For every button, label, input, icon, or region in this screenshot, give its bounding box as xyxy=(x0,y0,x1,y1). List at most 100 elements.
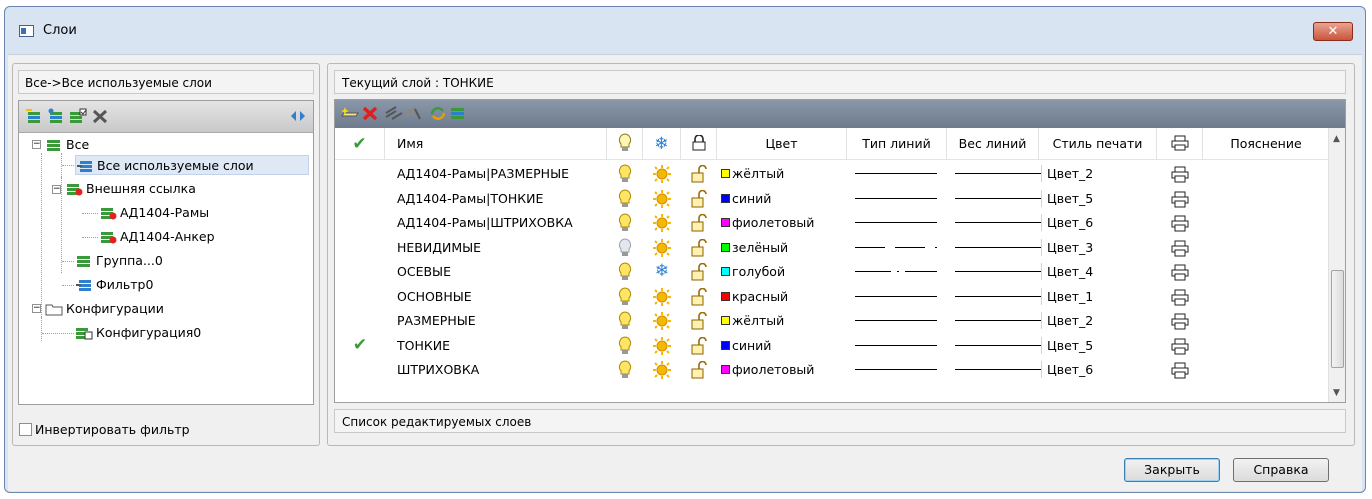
layer-lineweight[interactable] xyxy=(947,357,1042,382)
plot-printer-icon[interactable] xyxy=(1157,284,1203,309)
layer-lineweight[interactable] xyxy=(947,284,1042,309)
collapse-panel-icon[interactable] xyxy=(289,108,307,125)
layer-linetype[interactable] xyxy=(847,186,947,211)
new-group-filter-icon[interactable] xyxy=(47,108,65,125)
tree-node-all[interactable]: Все xyxy=(45,135,89,155)
sun-icon[interactable] xyxy=(643,284,681,309)
unlock-icon[interactable] xyxy=(681,235,717,260)
header-plotstyle[interactable]: Стиль печати xyxy=(1039,128,1157,160)
layer-row[interactable]: ОСЕВЫЕ ❄ голубой Цвет_4 xyxy=(335,259,1329,284)
snowflake-icon[interactable]: ❄ xyxy=(643,259,681,284)
layer-plotstyle[interactable]: Цвет_5 xyxy=(1047,186,1157,211)
layer-row[interactable]: РАЗМЕРНЫЕ жёлтый Цвет_2 xyxy=(335,308,1329,333)
layer-name[interactable]: ОСЕВЫЕ xyxy=(397,259,607,284)
layer-plotstyle[interactable]: Цвет_4 xyxy=(1047,259,1157,284)
unlock-icon[interactable] xyxy=(681,284,717,309)
scroll-up-icon[interactable]: ▲ xyxy=(1333,134,1340,144)
lightbulb-on-icon[interactable] xyxy=(607,259,643,284)
layer-linetype[interactable] xyxy=(847,357,947,382)
layer-description[interactable] xyxy=(1203,210,1329,235)
sun-icon[interactable] xyxy=(643,235,681,260)
refresh-icon[interactable] xyxy=(429,105,447,122)
lightbulb-on-icon[interactable] xyxy=(607,333,643,358)
layer-name[interactable]: ШТРИХОВКА xyxy=(397,357,607,382)
layer-lineweight[interactable] xyxy=(947,308,1042,333)
invert-filter-checkbox[interactable]: Инвертировать фильтр xyxy=(19,422,190,437)
lightbulb-on-icon[interactable] xyxy=(607,308,643,333)
layer-plotstyle[interactable]: Цвет_2 xyxy=(1047,161,1157,186)
tree-node-filter[interactable]: Фильтр0 xyxy=(75,275,153,295)
layer-linetype[interactable] xyxy=(847,161,947,186)
sun-icon[interactable] xyxy=(643,357,681,382)
unlock-icon[interactable] xyxy=(681,308,717,333)
new-layer-icon[interactable] xyxy=(341,105,359,122)
layer-color[interactable]: синий xyxy=(721,333,847,358)
layer-name[interactable]: ОСНОВНЫЕ xyxy=(397,284,607,309)
layer-color[interactable]: зелёный xyxy=(721,235,847,260)
layer-row[interactable]: АД1404-Рамы|ШТРИХОВКА фиолетовый Цвет_6 xyxy=(335,210,1329,235)
layer-color[interactable]: жёлтый xyxy=(721,161,847,186)
layer-row[interactable]: АД1404-Рамы|ТОНКИЕ синий Цвет_5 xyxy=(335,186,1329,211)
layer-color[interactable]: красный xyxy=(721,284,847,309)
unlock-icon[interactable] xyxy=(681,186,717,211)
sun-icon[interactable] xyxy=(643,308,681,333)
layer-description[interactable] xyxy=(1203,308,1329,333)
lightbulb-on-icon[interactable] xyxy=(607,161,643,186)
layer-status[interactable] xyxy=(335,161,385,186)
header-description[interactable]: Пояснение xyxy=(1203,128,1329,160)
expander-xref[interactable]: − xyxy=(52,185,61,194)
layer-status[interactable] xyxy=(335,284,385,309)
layer-plotstyle[interactable]: Цвет_2 xyxy=(1047,308,1157,333)
window-close-button[interactable]: ✕ xyxy=(1313,22,1353,41)
tree-node-xref[interactable]: Внешняя ссылка xyxy=(65,179,196,199)
layer-name[interactable]: АД1404-Рамы|ТОНКИЕ xyxy=(397,186,607,211)
layer-status[interactable] xyxy=(335,308,385,333)
layer-status[interactable] xyxy=(335,210,385,235)
layer-description[interactable] xyxy=(1203,357,1329,382)
layer-status[interactable] xyxy=(335,235,385,260)
unlock-icon[interactable] xyxy=(681,210,717,235)
layer-row[interactable]: АД1404-Рамы|РАЗМЕРНЫЕ жёлтый Цвет_2 xyxy=(335,161,1329,186)
header-name[interactable]: Имя xyxy=(385,128,607,160)
plot-printer-icon[interactable] xyxy=(1157,357,1203,382)
checkbox-box[interactable] xyxy=(19,423,32,436)
unlock-icon[interactable] xyxy=(681,357,717,382)
sun-icon[interactable] xyxy=(643,186,681,211)
layer-name[interactable]: ТОНКИЕ xyxy=(397,333,607,358)
layer-plotstyle[interactable]: Цвет_1 xyxy=(1047,284,1157,309)
sun-icon[interactable] xyxy=(643,210,681,235)
tree-node-xref-anker[interactable]: АД1404-Анкер xyxy=(99,227,215,247)
layer-color[interactable]: фиолетовый xyxy=(721,357,847,382)
expander-all[interactable]: − xyxy=(32,140,41,149)
sun-icon[interactable] xyxy=(643,333,681,358)
tree-node-group[interactable]: Группа...0 xyxy=(75,251,163,271)
set-current-icon[interactable] xyxy=(385,105,403,122)
layer-status[interactable]: ✔ xyxy=(335,333,385,358)
plot-printer-icon[interactable] xyxy=(1157,235,1203,260)
layer-description[interactable] xyxy=(1203,235,1329,260)
layer-lineweight[interactable] xyxy=(947,161,1042,186)
layer-linetype[interactable] xyxy=(847,308,947,333)
plot-printer-icon[interactable] xyxy=(1157,308,1203,333)
layer-row[interactable]: НЕВИДИМЫЕ зелёный Цвет_3 xyxy=(335,235,1329,260)
layer-lineweight[interactable] xyxy=(947,186,1042,211)
layer-name[interactable]: АД1404-Рамы|РАЗМЕРНЫЕ xyxy=(397,161,607,186)
title-bar[interactable]: Слои ✕ xyxy=(5,7,1365,53)
layer-row[interactable]: ШТРИХОВКА фиолетовый Цвет_6 xyxy=(335,357,1329,382)
layer-color[interactable]: голубой xyxy=(721,259,847,284)
layer-linetype[interactable] xyxy=(847,259,947,284)
layer-linetype[interactable] xyxy=(847,333,947,358)
settings-icon[interactable] xyxy=(449,105,467,122)
layer-linetype[interactable] xyxy=(847,284,947,309)
plot-printer-icon[interactable] xyxy=(1157,186,1203,211)
close-button[interactable]: Закрыть xyxy=(1124,458,1220,482)
plot-printer-icon[interactable] xyxy=(1157,161,1203,186)
layer-description[interactable] xyxy=(1203,284,1329,309)
header-lock[interactable] xyxy=(681,128,717,160)
header-linetype[interactable]: Тип линий xyxy=(847,128,947,160)
layer-row[interactable]: ОСНОВНЫЕ красный Цвет_1 xyxy=(335,284,1329,309)
layer-plotstyle[interactable]: Цвет_6 xyxy=(1047,210,1157,235)
layer-status[interactable] xyxy=(335,357,385,382)
layer-name[interactable]: НЕВИДИМЫЕ xyxy=(397,235,607,260)
delete-layer-icon[interactable] xyxy=(361,105,379,122)
